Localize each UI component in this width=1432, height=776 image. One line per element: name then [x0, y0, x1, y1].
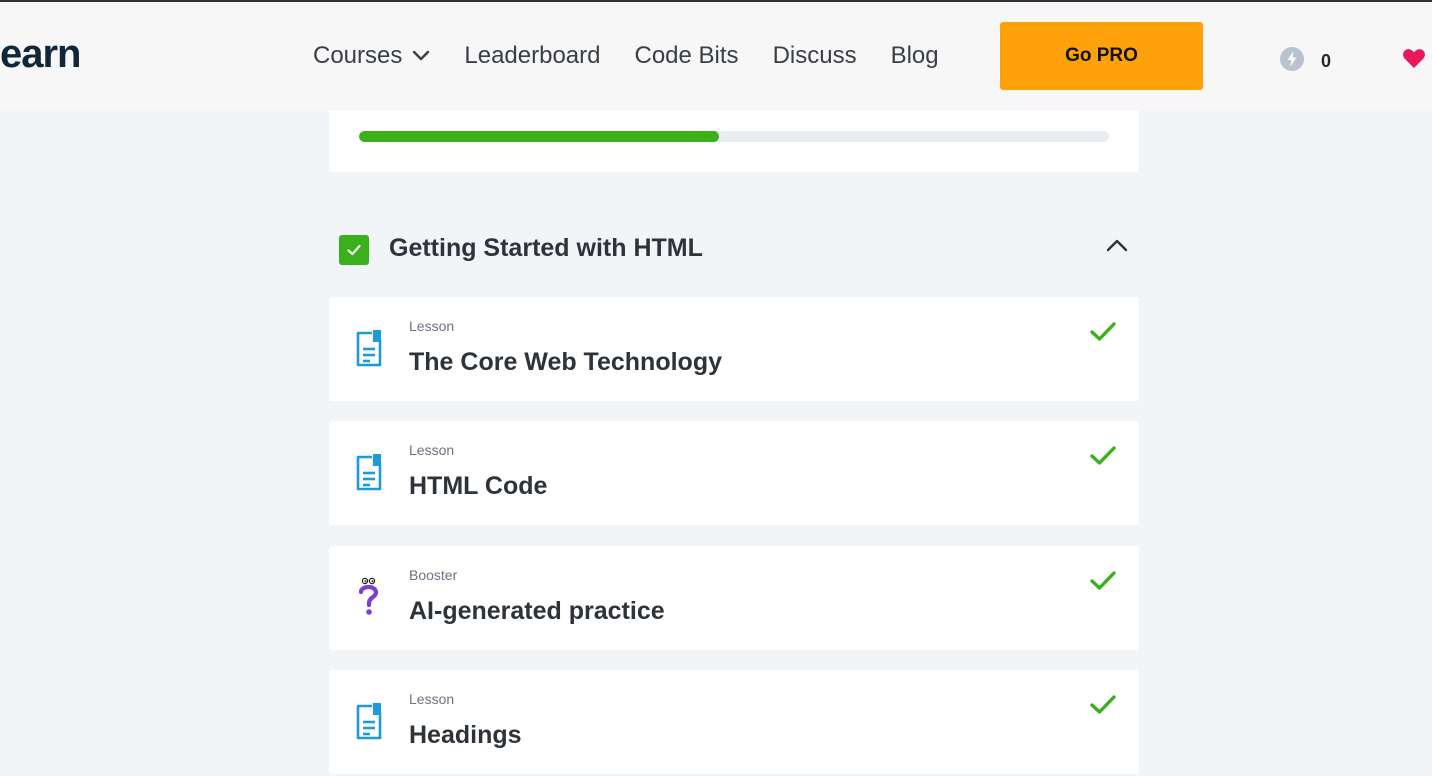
- checkbox-checked-icon: [339, 235, 369, 265]
- question-mark-icon: [355, 576, 383, 623]
- top-navigation-bar: earn Courses Leaderboard Code Bits Discu…: [0, 0, 1432, 110]
- lesson-type-label: Lesson: [409, 691, 455, 707]
- nav-code-bits[interactable]: Code Bits: [635, 38, 739, 74]
- module-header[interactable]: Getting Started with HTML: [339, 230, 1139, 266]
- nav-courses-label: Courses: [313, 42, 403, 69]
- lesson-title: Headings: [409, 721, 522, 749]
- nav-courses[interactable]: Courses: [313, 38, 430, 74]
- lesson-doc-icon: [355, 702, 383, 747]
- lesson-type-label: Booster: [409, 567, 458, 583]
- lesson-title: The Core Web Technology: [409, 348, 722, 376]
- module-title: Getting Started with HTML: [389, 234, 703, 262]
- bits-counter[interactable]: 0: [1279, 46, 1331, 77]
- brand-logo[interactable]: earn: [0, 30, 81, 78]
- lesson-title: AI-generated practice: [409, 597, 665, 625]
- checkmark-icon: [1089, 321, 1117, 348]
- checkmark-icon: [1089, 570, 1117, 597]
- course-progress-card: [329, 110, 1139, 172]
- main-nav: Courses Leaderboard Code Bits Discuss Bl…: [313, 38, 973, 74]
- progress-bar: [359, 131, 1109, 142]
- nav-discuss[interactable]: Discuss: [773, 38, 857, 74]
- lesson-item[interactable]: Lesson The Core Web Technology: [329, 297, 1139, 401]
- go-pro-button[interactable]: Go PRO: [1000, 22, 1203, 90]
- checkmark-icon: [1089, 694, 1117, 721]
- nav-leaderboard[interactable]: Leaderboard: [464, 38, 600, 74]
- lesson-item[interactable]: Lesson Headings: [329, 670, 1139, 774]
- bits-count: 0: [1321, 51, 1332, 71]
- chevron-down-icon: [412, 50, 430, 62]
- lesson-item[interactable]: Booster AI-generated practice: [329, 546, 1139, 650]
- lesson-type-label: Lesson: [409, 442, 455, 458]
- lesson-doc-icon: [355, 453, 383, 498]
- lesson-doc-icon: [355, 329, 383, 374]
- progress-bar-fill: [359, 131, 719, 142]
- lesson-type-label: Lesson: [409, 318, 455, 334]
- bolt-icon: [1279, 46, 1305, 77]
- heart-icon[interactable]: [1402, 47, 1426, 74]
- nav-blog[interactable]: Blog: [891, 38, 939, 74]
- lesson-item[interactable]: Lesson HTML Code: [329, 421, 1139, 525]
- chevron-up-icon[interactable]: [1105, 237, 1129, 258]
- lesson-title: HTML Code: [409, 472, 548, 500]
- checkmark-icon: [1089, 445, 1117, 472]
